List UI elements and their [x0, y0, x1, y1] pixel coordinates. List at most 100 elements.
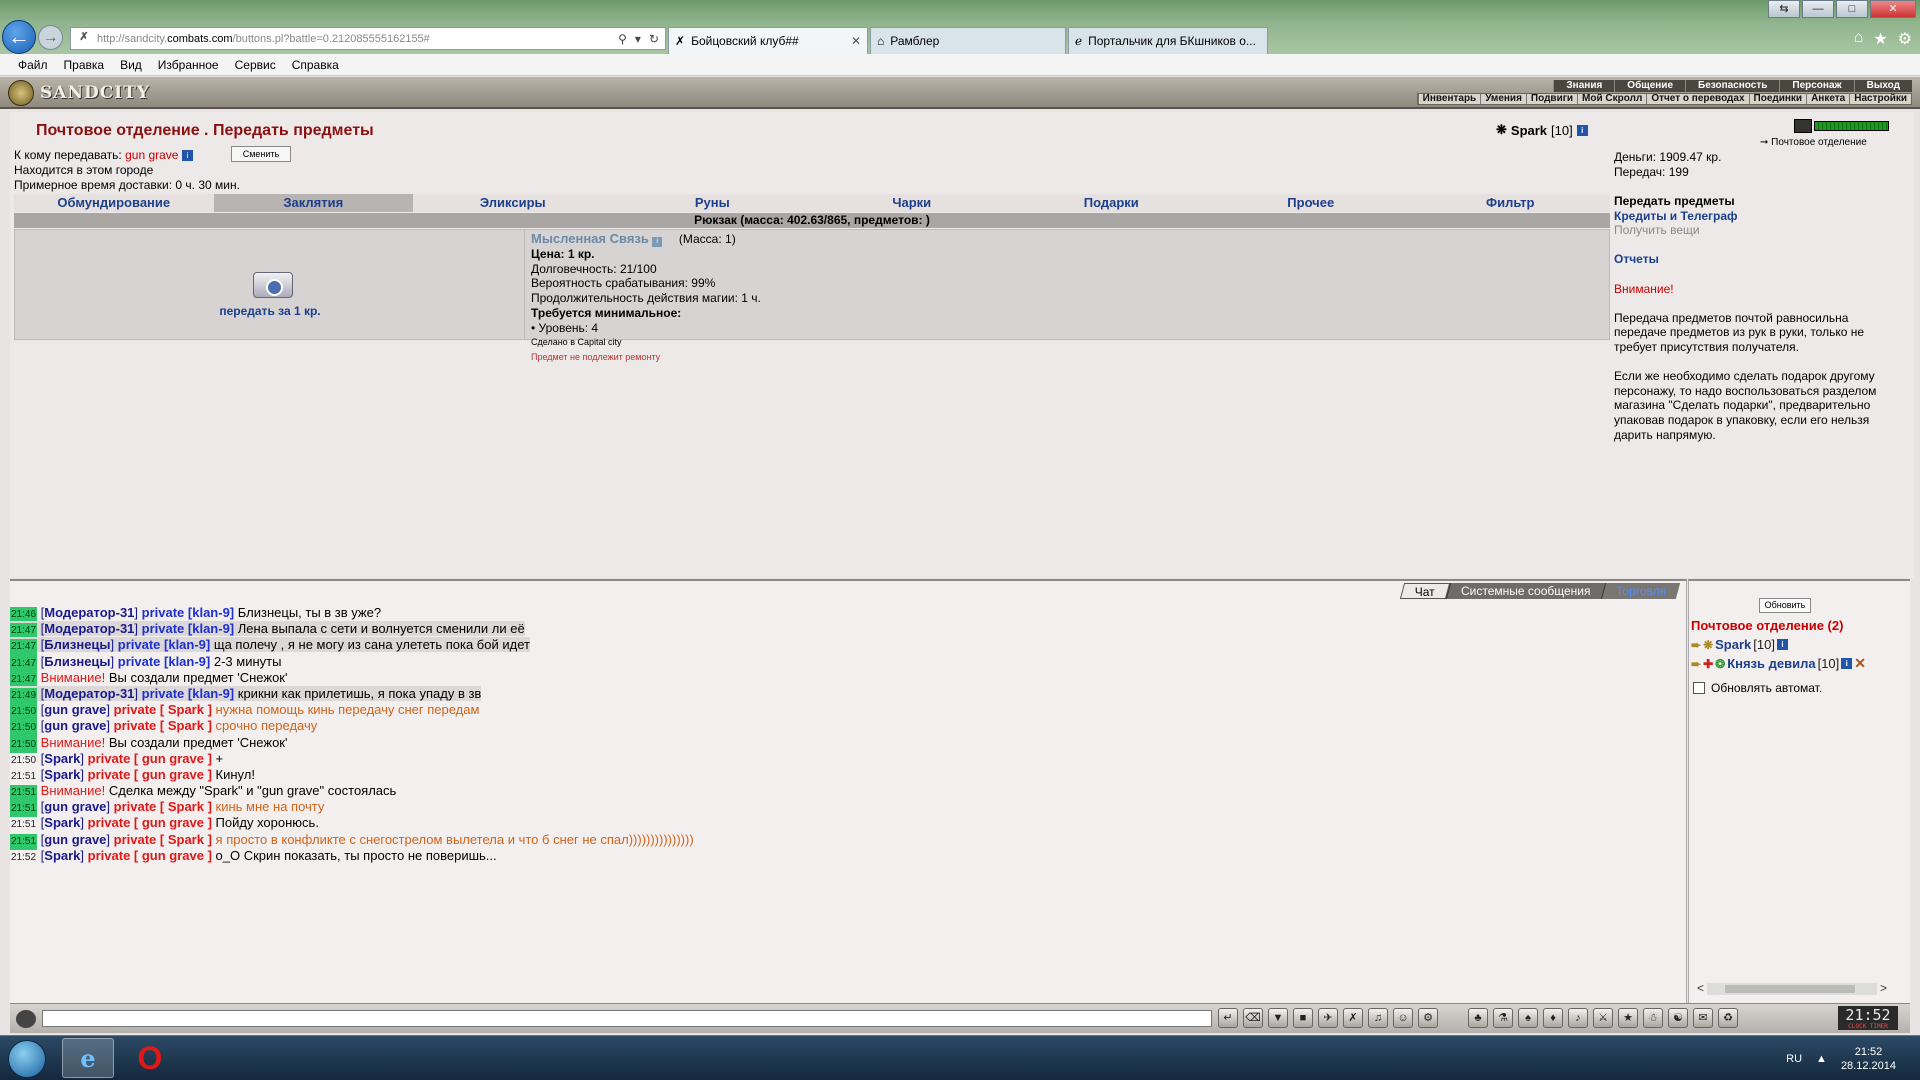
- address-url[interactable]: http://sandcity.combats.com/buttons.pl?b…: [97, 33, 430, 45]
- tab-runes[interactable]: Руны: [612, 194, 812, 212]
- translate-icon[interactable]: ✈: [1318, 1008, 1338, 1028]
- sender-nick[interactable]: Модератор-31: [44, 605, 134, 620]
- speaker-icon[interactable]: [16, 1010, 36, 1028]
- tab-equipment[interactable]: Обмундирование: [14, 194, 214, 212]
- sender-nick[interactable]: Spark: [44, 767, 80, 782]
- gear-icon[interactable]: ⚙: [1898, 29, 1912, 49]
- private-tag[interactable]: private [ Spark ]: [114, 702, 212, 717]
- rune-icon-8[interactable]: ☃: [1643, 1008, 1663, 1028]
- tab-charms[interactable]: Чарки: [812, 194, 1012, 212]
- send-icon[interactable]: ↵: [1218, 1008, 1238, 1028]
- user-name[interactable]: Spark: [1511, 123, 1547, 138]
- menu-favorites[interactable]: Избранное: [158, 58, 219, 72]
- auto-refresh[interactable]: Обновлять автомат.: [1693, 681, 1822, 695]
- tab-other[interactable]: Прочее: [1211, 194, 1411, 212]
- pass-item-link[interactable]: передать за 1 кр.: [15, 304, 525, 318]
- rune-icon-1[interactable]: ♣: [1468, 1008, 1488, 1028]
- scroll-left-icon[interactable]: <: [1697, 981, 1704, 995]
- nav-feats[interactable]: Подвиги: [1525, 94, 1577, 104]
- rune-icon-5[interactable]: ♪: [1568, 1008, 1588, 1028]
- private-tag[interactable]: private [klan-9]: [118, 637, 210, 652]
- online-user[interactable]: ➨ ❋ Spark [10] i: [1691, 637, 1788, 652]
- tab-chat[interactable]: Чат: [1400, 583, 1451, 599]
- nav-security[interactable]: Безопасность: [1685, 80, 1779, 92]
- post-office-link[interactable]: ➞ Почтовое отделение: [1760, 136, 1867, 151]
- private-tag[interactable]: private [ gun grave ]: [88, 848, 212, 863]
- nav-inventory[interactable]: Инвентарь: [1417, 94, 1481, 104]
- sender-nick[interactable]: Близнецы: [44, 654, 110, 669]
- browser-tab-portal[interactable]: ℯ Портальчик для БКшников о...: [1068, 27, 1268, 54]
- rune-icon-10[interactable]: ✉: [1693, 1008, 1713, 1028]
- sender-nick[interactable]: gun grave: [44, 702, 106, 717]
- tray-arrow-icon[interactable]: ▲: [1816, 1053, 1827, 1065]
- sound-icon[interactable]: ♫: [1368, 1008, 1388, 1028]
- tab-elixirs[interactable]: Эликсиры: [413, 194, 613, 212]
- menu-edit[interactable]: Правка: [64, 58, 105, 72]
- search-icon[interactable]: ⚲: [618, 32, 627, 46]
- forward-button[interactable]: →: [38, 25, 63, 50]
- info-icon[interactable]: i: [1841, 658, 1853, 669]
- nav-settings[interactable]: Настройки: [1849, 94, 1911, 104]
- rune-icon-3[interactable]: ♠: [1518, 1008, 1538, 1028]
- tab-spells[interactable]: Заклятия: [213, 194, 413, 212]
- menu-tools[interactable]: Сервис: [235, 58, 276, 72]
- info-icon[interactable]: i: [1576, 124, 1588, 136]
- nav-my-scroll[interactable]: Мой Скролл: [1577, 94, 1646, 104]
- online-user[interactable]: ➨ ✚ ❂ Князь девила [10] i ✕: [1691, 655, 1866, 672]
- smile-icon[interactable]: ☺: [1393, 1008, 1413, 1028]
- nav-profile[interactable]: Анкета: [1806, 94, 1849, 104]
- chat-settings-icon[interactable]: ⚙: [1418, 1008, 1438, 1028]
- clear-icon[interactable]: ✗: [1343, 1008, 1363, 1028]
- game-logo[interactable]: SANDCITY: [8, 78, 158, 108]
- private-tag[interactable]: private [ gun grave ]: [88, 767, 212, 782]
- private-message-icon[interactable]: ➨: [1691, 657, 1701, 671]
- save-icon[interactable]: ■: [1293, 1008, 1313, 1028]
- rune-icon-4[interactable]: ♦: [1543, 1008, 1563, 1028]
- info-icon[interactable]: i: [181, 150, 193, 162]
- sender-nick[interactable]: Spark: [44, 751, 80, 766]
- link-credits-telegraph[interactable]: Кредиты и Телеграф: [1614, 209, 1884, 224]
- back-button[interactable]: ←: [2, 20, 36, 54]
- rune-icon-6[interactable]: ⚔: [1593, 1008, 1613, 1028]
- sender-nick[interactable]: gun grave: [44, 718, 106, 733]
- nav-knowledge[interactable]: Знания: [1553, 80, 1614, 92]
- rune-icon-11[interactable]: ♻: [1718, 1008, 1738, 1028]
- taskbar-clock[interactable]: 21:52 28.12.2014: [1841, 1045, 1896, 1073]
- start-button[interactable]: [8, 1040, 46, 1078]
- private-tag[interactable]: private [klan-9]: [118, 654, 210, 669]
- rune-icon-7[interactable]: ★: [1618, 1008, 1638, 1028]
- opera-icon[interactable]: O: [128, 1038, 172, 1078]
- rune-icon-9[interactable]: ☯: [1668, 1008, 1688, 1028]
- rune-icon-2[interactable]: ⚗: [1493, 1008, 1513, 1028]
- sender-nick[interactable]: Модератор-31: [44, 686, 134, 701]
- link-pass-items[interactable]: Передать предметы: [1614, 194, 1884, 209]
- menu-help[interactable]: Справка: [292, 58, 339, 72]
- nav-skills[interactable]: Умения: [1480, 94, 1526, 104]
- close-window-icon[interactable]: ✕: [1870, 0, 1916, 18]
- private-tag[interactable]: private [ gun grave ]: [88, 751, 212, 766]
- chat-input[interactable]: [42, 1010, 1212, 1027]
- nav-character[interactable]: Персонаж: [1779, 80, 1853, 92]
- browser-tab-combats[interactable]: ✗ Бойцовский клуб## ✕: [668, 27, 868, 54]
- horizontal-scrollbar[interactable]: < >: [1697, 981, 1887, 995]
- refresh-icon[interactable]: ↻: [649, 32, 659, 46]
- eraser-icon[interactable]: ⌫: [1243, 1008, 1263, 1028]
- browser-tab-rambler[interactable]: ⌂ Рамблер: [870, 27, 1066, 54]
- item-name[interactable]: Мысленная Связь: [531, 231, 649, 246]
- private-tag[interactable]: private [klan-9]: [142, 605, 234, 620]
- sender-nick[interactable]: gun grave: [44, 799, 106, 814]
- menu-view[interactable]: Вид: [120, 58, 142, 72]
- message-time[interactable]: 21:52: [10, 850, 37, 866]
- nav-communication[interactable]: Общение: [1614, 80, 1685, 92]
- restore-icon[interactable]: ⇆: [1768, 0, 1800, 18]
- link-reports[interactable]: Отчеты: [1614, 252, 1884, 267]
- close-tab-icon[interactable]: ✕: [851, 34, 861, 48]
- private-message-icon[interactable]: ➨: [1691, 638, 1701, 652]
- private-tag[interactable]: private [klan-9]: [142, 686, 234, 701]
- nav-duels[interactable]: Поединки: [1748, 94, 1807, 104]
- tab-trade[interactable]: Торговля: [1600, 583, 1681, 599]
- filter-icon[interactable]: ▼: [1268, 1008, 1288, 1028]
- private-tag[interactable]: private [ Spark ]: [114, 832, 212, 847]
- scroll-right-icon[interactable]: >: [1880, 981, 1887, 995]
- maximize-icon[interactable]: □: [1836, 0, 1868, 18]
